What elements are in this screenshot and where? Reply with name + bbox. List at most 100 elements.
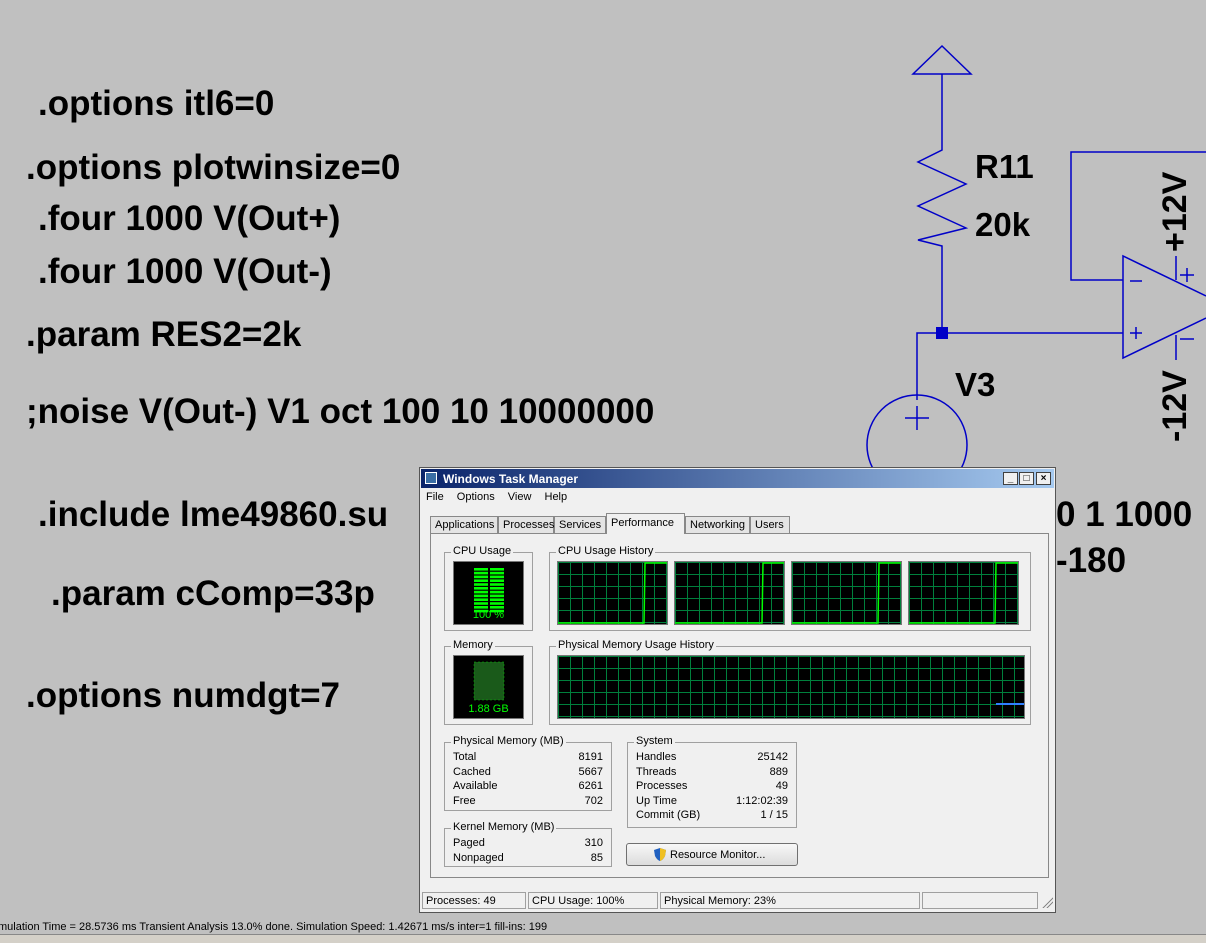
system-row: Threads 889 xyxy=(636,766,788,781)
cpu-usage-value: 100 % xyxy=(472,609,505,621)
resize-grip-icon[interactable] xyxy=(1041,896,1053,908)
cpu-usage-group: CPU Usage 100 % xyxy=(444,545,533,631)
kernel-memory-group: Kernel Memory (MB) Paged 310 Nonpaged 85 xyxy=(444,821,612,867)
close-icon[interactable]: × xyxy=(1036,472,1051,485)
opamp-symbol[interactable] xyxy=(1122,254,1206,360)
cpu-meter-segment xyxy=(490,583,504,586)
wire xyxy=(916,332,942,400)
title-bar[interactable]: Windows Task Manager _ □ × xyxy=(421,469,1054,488)
maximize-icon[interactable]: □ xyxy=(1019,472,1034,485)
spice-directive-four-outn[interactable]: .four 1000 V(Out-) xyxy=(38,254,332,289)
cpu-meter-segment xyxy=(490,598,504,601)
cpu-meter-segment xyxy=(490,571,504,575)
cpu-history-group: CPU Usage History xyxy=(549,545,1031,631)
row-key: Threads xyxy=(636,765,677,778)
row-key: Up Time xyxy=(636,794,677,807)
cpu-meter-segment xyxy=(490,590,504,594)
row-value: 5667 xyxy=(578,765,603,778)
cpu-usage-label: CPU Usage xyxy=(451,545,514,557)
cpu-meter-segment xyxy=(474,568,488,571)
r11-name-label[interactable]: R11 xyxy=(975,150,1034,183)
cpu-meter-segment xyxy=(474,598,488,601)
spice-directive-itl6[interactable]: .options itl6=0 xyxy=(38,86,274,121)
cpu-meter-segment xyxy=(490,602,504,605)
resource-monitor-label: Resource Monitor... xyxy=(670,849,766,861)
row-key: Total xyxy=(453,751,477,763)
supply-neg-label[interactable]: -12V xyxy=(1156,370,1194,442)
row-key: Handles xyxy=(636,751,677,763)
menu-view[interactable]: View xyxy=(508,491,532,503)
system-label: System xyxy=(634,735,675,747)
system-row: Commit (GB) 1 / 15 xyxy=(636,809,788,824)
cpu-meter-segment xyxy=(474,594,488,598)
cpu-history-graph-core-2 xyxy=(674,561,785,625)
row-value: 25142 xyxy=(757,751,788,763)
cpu-history-line xyxy=(558,562,667,624)
resistor-r11-symbol[interactable] xyxy=(916,140,969,256)
supply-pos-label[interactable]: +12V xyxy=(1156,172,1194,252)
row-value: 1:12:02:39 xyxy=(736,794,788,807)
cpu-meter-segment xyxy=(490,568,504,571)
cpu-meter-segment xyxy=(474,571,488,575)
resource-monitor-button[interactable]: Resource Monitor... xyxy=(626,843,798,866)
spice-directive-fragment[interactable]: 0 1 1000 xyxy=(1056,497,1192,532)
cpu-usage-meter: 100 % xyxy=(453,561,524,625)
cpu-meter-segment xyxy=(474,583,488,586)
status-processes: Processes: 49 xyxy=(422,892,526,909)
spice-directive-numdgt[interactable]: .options numdgt=7 xyxy=(26,678,340,713)
tab-applications[interactable]: Applications xyxy=(430,516,498,533)
cpu-meter-segment xyxy=(474,579,488,582)
tab-networking[interactable]: Networking xyxy=(685,516,750,533)
cpu-meter-segment xyxy=(474,587,488,590)
menu-bar: File Options View Help xyxy=(426,491,577,507)
memory-history-label: Physical Memory Usage History xyxy=(556,639,716,651)
physical-memory-label: Physical Memory (MB) xyxy=(451,735,566,747)
status-cpu-usage: CPU Usage: 100% xyxy=(528,892,658,909)
menu-options[interactable]: Options xyxy=(457,491,495,503)
cpu-meter-segment xyxy=(490,579,504,582)
menu-help[interactable]: Help xyxy=(545,491,568,503)
memory-label: Memory xyxy=(451,639,495,651)
row-key: Cached xyxy=(453,765,491,778)
row-key: Commit (GB) xyxy=(636,809,701,822)
spice-directive-fragment[interactable]: -180 xyxy=(1056,543,1126,578)
r11-value-label[interactable]: 20k xyxy=(975,208,1030,241)
row-value: 8191 xyxy=(578,751,603,763)
row-key: Processes xyxy=(636,780,688,793)
row-key: Available xyxy=(453,780,498,793)
cpu-history-label: CPU Usage History xyxy=(556,545,656,557)
row-value: 310 xyxy=(584,837,603,849)
row-key: Nonpaged xyxy=(453,851,504,864)
tab-performance[interactable]: Performance xyxy=(606,513,685,534)
tab-users[interactable]: Users xyxy=(750,516,790,533)
minimize-icon[interactable]: _ xyxy=(1003,472,1018,485)
cpu-meter-segment xyxy=(474,590,488,594)
spice-directive-param-ccomp[interactable]: .param cComp=33p xyxy=(51,576,375,611)
spice-directive-four-outp[interactable]: .four 1000 V(Out+) xyxy=(38,201,340,236)
physical-memory-row: Available 6261 xyxy=(453,780,603,795)
task-manager-window[interactable]: Windows Task Manager _ □ × File Options … xyxy=(419,467,1056,913)
simulation-status-bar: mulation Time = 28.5736 ms Transient Ana… xyxy=(0,918,1206,934)
spice-directive-plotwinsize[interactable]: .options plotwinsize=0 xyxy=(26,150,400,185)
cpu-meter-segment xyxy=(490,587,504,590)
physical-memory-row: Free 702 xyxy=(453,795,603,810)
memory-history-graph xyxy=(557,655,1025,719)
system-group: System Handles 25142 Threads 889 Processes… xyxy=(627,735,797,828)
kernel-memory-row: Paged 310 xyxy=(453,837,603,852)
tab-services[interactable]: Services xyxy=(554,516,606,533)
menu-file[interactable]: File xyxy=(426,491,444,503)
spice-directive-param-res2[interactable]: .param RES2=2k xyxy=(26,317,301,352)
cpu-history-line xyxy=(675,562,784,624)
tab-processes[interactable]: Processes xyxy=(498,516,554,533)
physical-memory-row: Cached 5667 xyxy=(453,766,603,781)
memory-meter: 1.88 GB xyxy=(453,655,524,719)
v3-name-label[interactable]: V3 xyxy=(955,368,995,401)
spice-directive-include[interactable]: .include lme49860.su xyxy=(38,497,388,532)
window-title: Windows Task Manager xyxy=(443,472,579,486)
kernel-memory-row: Nonpaged 85 xyxy=(453,852,603,867)
spice-comment-noise[interactable]: ;noise V(Out-) V1 oct 100 10 10000000 xyxy=(26,394,654,429)
cpu-history-graph-core-3 xyxy=(791,561,902,625)
simulation-status-text: mulation Time = 28.5736 ms Transient Ana… xyxy=(0,921,548,933)
row-value: 85 xyxy=(590,851,603,864)
cpu-history-line xyxy=(792,562,901,624)
